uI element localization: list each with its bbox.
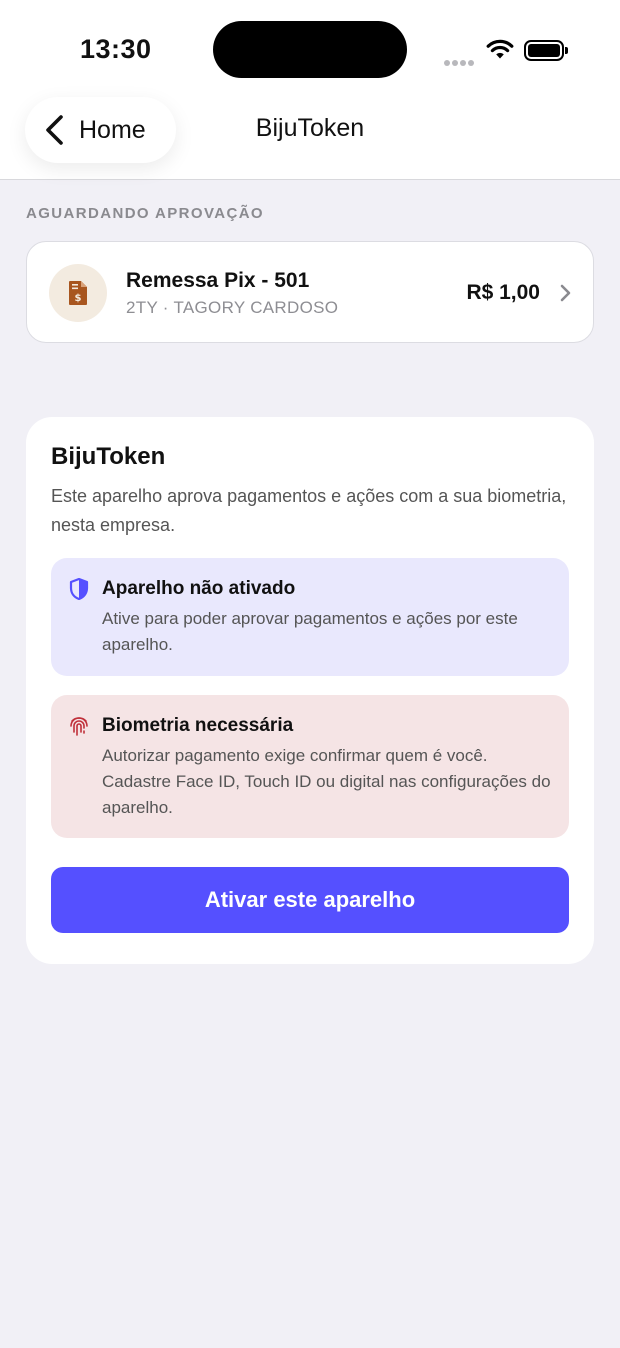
alert-title: Biometria necessária [102,715,294,736]
document-icon-badge: $ [49,264,107,322]
pending-item[interactable]: $ Remessa Pix - 501 2TY · TAGORY CARDOSO… [26,241,594,343]
pending-amount: R$ 1,00 [466,281,540,304]
alert-text: Ative para poder aprovar pagamentos e aç… [102,609,518,654]
activate-device-button[interactable]: Ativar este aparelho [51,867,569,933]
svg-text:$: $ [75,293,82,304]
token-card-title: BijuToken [51,443,166,470]
chevron-right-icon [560,284,571,302]
dynamic-island [213,21,407,78]
alert-text: Autorizar pagamento exige confirmar quem… [102,746,551,817]
pending-subtitle: 2TY · TAGORY CARDOSO [126,298,339,317]
status-icons [444,36,574,66]
token-card-description: Este aparelho aprova pagamentos e ações … [51,486,567,535]
top-bar: 13:30 Home BijuToken [0,0,620,180]
document-dollar-icon: $ [69,281,87,305]
fingerprint-icon [70,717,88,736]
device-not-activated-alert: Aparelho não ativado Ative para poder ap… [51,558,569,676]
biju-token-card: BijuToken Este aparelho aprova pagamento… [26,417,594,964]
battery-tip [565,47,568,54]
battery-icon [524,40,564,61]
alert-title: Aparelho não ativado [102,578,296,599]
shield-icon [69,578,89,600]
page-title: BijuToken [255,114,365,142]
biometry-required-alert: Biometria necessária Autorizar pagamento… [51,695,569,838]
section-label: AGUARDANDO APROVAÇÃO [26,205,264,222]
wifi-icon [486,39,514,59]
signal-icon [444,53,476,71]
status-time: 13:30 [80,34,152,64]
pending-title: Remessa Pix - 501 [126,269,310,292]
